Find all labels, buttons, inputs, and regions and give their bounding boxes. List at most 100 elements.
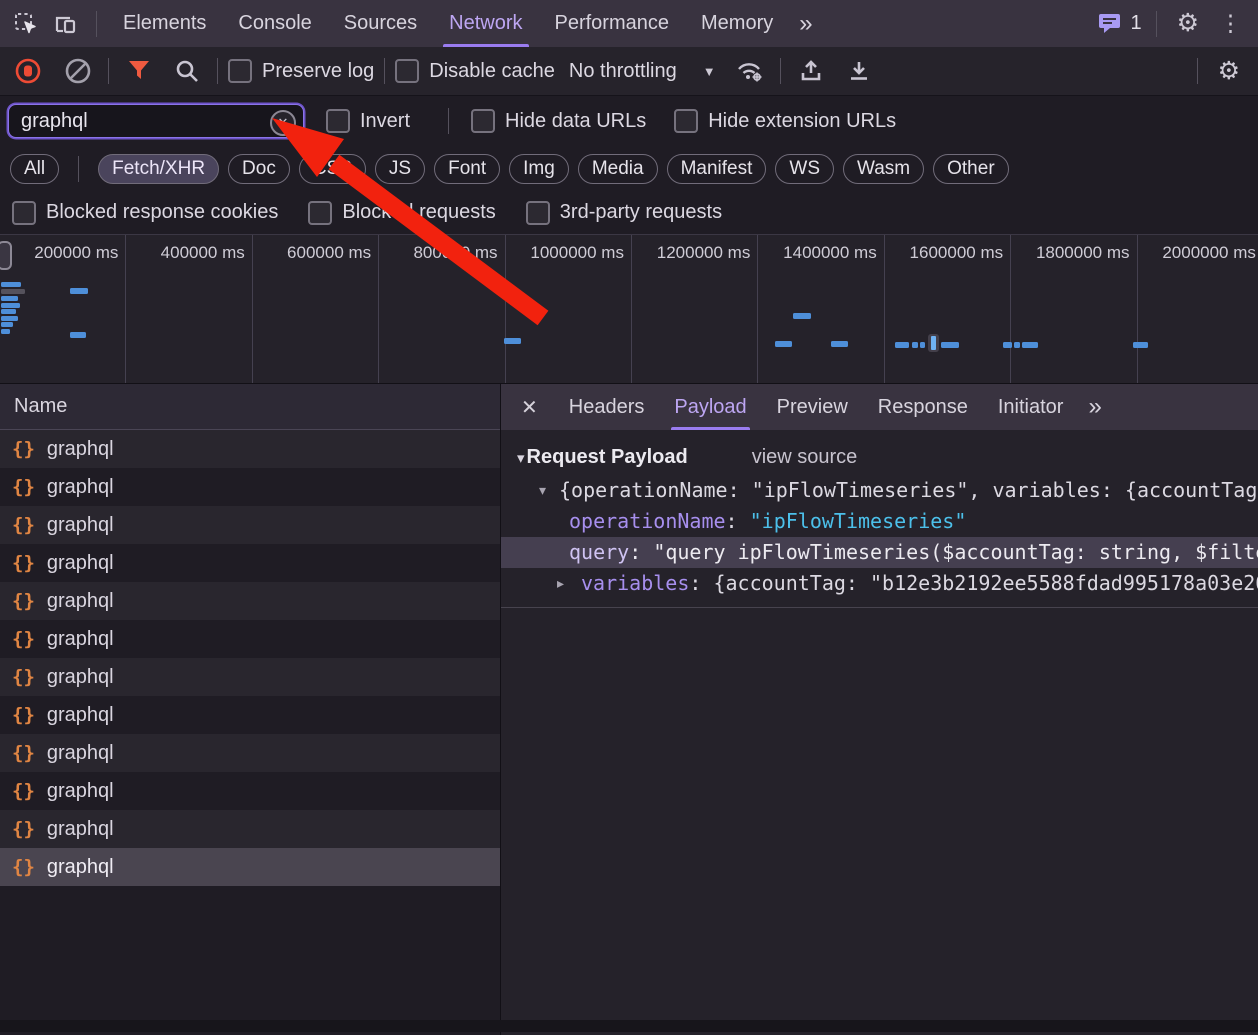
export-har-icon[interactable] xyxy=(839,51,879,91)
import-har-icon[interactable] xyxy=(791,51,831,91)
divider xyxy=(108,58,109,84)
filter-input[interactable] xyxy=(8,104,304,138)
fetch-xhr-type-icon: {} xyxy=(12,552,35,574)
tab-network[interactable]: Network xyxy=(433,0,538,47)
type-chip-wasm[interactable]: Wasm xyxy=(843,154,924,184)
timeline-column: 600000 ms xyxy=(253,235,379,383)
waterfall-bar xyxy=(941,342,959,348)
request-name: graphql xyxy=(47,780,114,803)
tab-memory[interactable]: Memory xyxy=(685,0,789,47)
detail-tab-payload[interactable]: Payload xyxy=(659,384,761,430)
request-row[interactable]: {}graphql xyxy=(0,506,500,544)
waterfall-bar xyxy=(1,322,13,327)
request-row[interactable]: {}graphql xyxy=(0,734,500,772)
request-row[interactable]: {}graphql xyxy=(0,658,500,696)
network-overview-timeline[interactable]: 200000 ms400000 ms600000 ms800000 ms1000… xyxy=(0,234,1258,384)
clear-filter-icon[interactable]: ✕ xyxy=(270,110,296,136)
request-row[interactable]: {}graphql xyxy=(0,582,500,620)
request-row[interactable]: {}graphql xyxy=(0,848,500,886)
collapse-triangle-icon[interactable]: ▾ xyxy=(539,475,546,506)
detail-tab-headers[interactable]: Headers xyxy=(554,384,660,430)
payload-tree-row[interactable]: operationName: "ipFlowTimeseries" xyxy=(501,506,1258,537)
waterfall-bar xyxy=(895,342,909,348)
throttling-selected-value: No throttling xyxy=(569,60,677,83)
issues-button[interactable]: 1 xyxy=(1097,11,1141,36)
fetch-xhr-type-icon: {} xyxy=(12,476,35,498)
waterfall-bar xyxy=(1,329,10,334)
tab-elements[interactable]: Elements xyxy=(107,0,222,47)
type-chip-ws[interactable]: WS xyxy=(775,154,834,184)
network-conditions-icon[interactable] xyxy=(730,51,770,91)
bottom-edge xyxy=(0,1020,1258,1032)
close-details-icon[interactable]: ✕ xyxy=(505,395,554,420)
details-tab-bar: ✕ HeadersPayloadPreviewResponseInitiator… xyxy=(501,384,1258,430)
collapse-triangle-icon[interactable]: ▾ xyxy=(517,449,525,467)
invert-checkbox[interactable]: Invert xyxy=(326,109,410,133)
inspect-element-icon[interactable] xyxy=(6,4,46,44)
timeline-scroll-handle[interactable] xyxy=(0,241,12,270)
request-row[interactable]: {}graphql xyxy=(0,772,500,810)
blocked-response-cookies-checkbox[interactable]: Blocked response cookies xyxy=(12,201,278,225)
tabbar-right-cluster: 1 ⚙ ⋮ xyxy=(1097,11,1252,37)
type-chip-all[interactable]: All xyxy=(10,154,59,184)
type-chip-fetch-xhr[interactable]: Fetch/XHR xyxy=(98,154,219,184)
type-chip-other[interactable]: Other xyxy=(933,154,1009,184)
request-row[interactable]: {}graphql xyxy=(0,620,500,658)
detail-tab-preview[interactable]: Preview xyxy=(762,384,863,430)
type-chip-font[interactable]: Font xyxy=(434,154,500,184)
tab-console[interactable]: Console xyxy=(222,0,327,47)
kebab-menu-icon[interactable]: ⋮ xyxy=(1209,12,1252,35)
hide-extension-urls-checkbox[interactable]: Hide extension URLs xyxy=(674,109,896,133)
waterfall-bar xyxy=(504,338,521,344)
settings-gear-icon[interactable]: ⚙ xyxy=(1167,11,1209,36)
type-chip-media[interactable]: Media xyxy=(578,154,658,184)
request-row[interactable]: {}graphql xyxy=(0,696,500,734)
timeline-tick-label: 600000 ms xyxy=(287,235,378,263)
search-icon[interactable] xyxy=(167,51,207,91)
blocked-requests-checkbox[interactable]: Blocked requests xyxy=(308,201,495,225)
detail-tab-initiator[interactable]: Initiator xyxy=(983,384,1079,430)
request-type-filter-row: All Fetch/XHR Doc CSS JS Font Img Media Manifest… xyxy=(0,146,1258,191)
hide-data-urls-checkbox[interactable]: Hide data URLs xyxy=(471,109,646,133)
record-network-log-button[interactable] xyxy=(8,51,48,91)
type-chip-manifest[interactable]: Manifest xyxy=(667,154,767,184)
throttling-select[interactable]: No throttling ▼ xyxy=(555,60,730,83)
more-panels-icon[interactable]: » xyxy=(789,10,822,38)
fetch-xhr-type-icon: {} xyxy=(12,590,35,612)
tab-sources[interactable]: Sources xyxy=(328,0,433,47)
payload-tree-row[interactable]: query: "query ipFlowTimeseries($accountT… xyxy=(501,537,1258,568)
devtools-tab-bar: ElementsConsoleSourcesNetworkPerformance… xyxy=(0,0,1258,47)
request-row[interactable]: {}graphql xyxy=(0,468,500,506)
detail-tab-response[interactable]: Response xyxy=(863,384,983,430)
type-chip-css[interactable]: CSS xyxy=(299,154,366,184)
network-split-view: Name {}graphql{}graphql{}graphql{}graphq… xyxy=(0,384,1258,1035)
checkbox-label: 3rd-party requests xyxy=(560,201,722,224)
payload-segment: operationName xyxy=(569,509,726,533)
request-name: graphql xyxy=(47,666,114,689)
payload-tree-row[interactable]: ▸variables: {accountTag: "b12e3b2192ee55… xyxy=(501,568,1258,599)
type-chip-doc[interactable]: Doc xyxy=(228,154,290,184)
tab-performance[interactable]: Performance xyxy=(539,0,686,47)
preserve-log-checkbox[interactable]: Preserve log xyxy=(228,59,374,83)
3rd-party-requests-checkbox[interactable]: 3rd-party requests xyxy=(526,201,722,225)
request-row[interactable]: {}graphql xyxy=(0,810,500,848)
disable-cache-checkbox[interactable]: Disable cache xyxy=(395,59,555,83)
device-toolbar-icon[interactable] xyxy=(46,4,86,44)
network-settings-gear-icon[interactable]: ⚙ xyxy=(1208,59,1250,84)
request-name: graphql xyxy=(47,628,114,651)
checkbox-box xyxy=(326,109,350,133)
filter-icon[interactable] xyxy=(119,51,159,91)
expand-triangle-icon[interactable]: ▸ xyxy=(557,568,564,599)
type-chip-js[interactable]: JS xyxy=(375,154,425,184)
request-row[interactable]: {}graphql xyxy=(0,544,500,582)
name-column-header[interactable]: Name xyxy=(0,384,500,430)
clear-network-log-button[interactable] xyxy=(58,51,98,91)
more-detail-tabs-icon[interactable]: » xyxy=(1078,393,1111,421)
payload-tree-row[interactable]: ▾{operationName: "ipFlowTimeseries", var… xyxy=(501,475,1258,506)
type-chip-img[interactable]: Img xyxy=(509,154,569,184)
request-row[interactable]: {}graphql xyxy=(0,430,500,468)
waterfall-bar xyxy=(1,303,20,308)
view-source-link[interactable]: view source xyxy=(752,446,858,469)
network-option-checkboxes: Blocked response cookies Blocked requests… xyxy=(0,191,1258,234)
payload-segment: "ipFlowTimeseries" xyxy=(750,509,967,533)
